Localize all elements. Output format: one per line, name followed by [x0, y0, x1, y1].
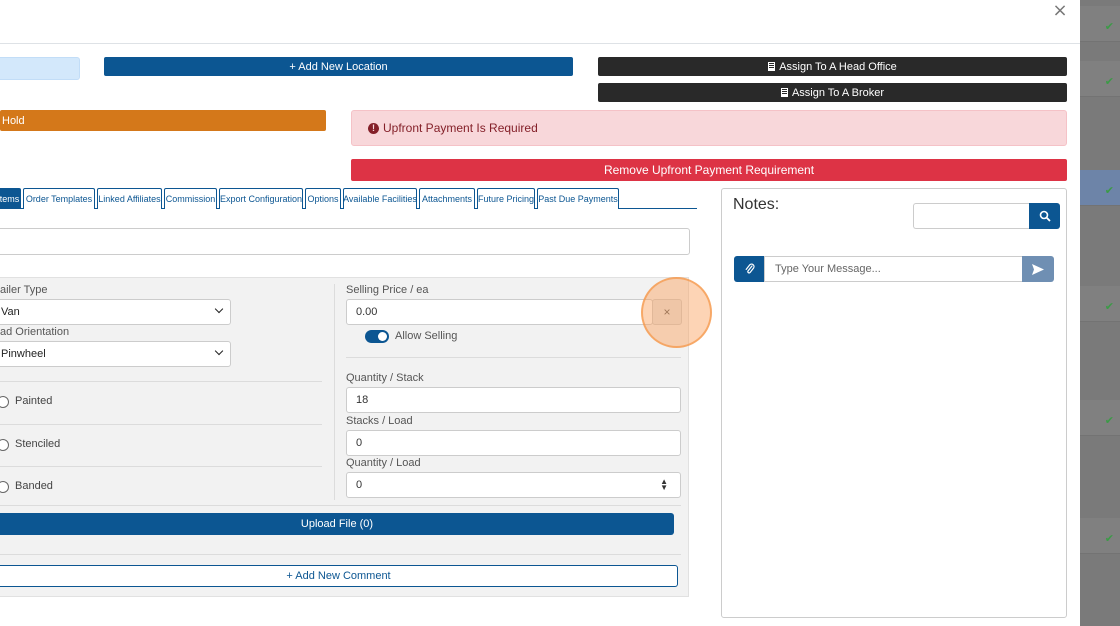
assign-head-office-label: Assign To A Head Office	[779, 60, 897, 73]
close-icon[interactable]: ×	[1051, 2, 1069, 20]
send-icon	[1032, 263, 1044, 275]
alert-text: Upfront Payment Is Required	[383, 121, 538, 135]
assign-head-office-button[interactable]: Assign To A Head Office	[598, 57, 1067, 76]
spinner-icon[interactable]: ▲ ▼	[660, 478, 668, 492]
tab-options[interactable]: Options	[305, 188, 341, 209]
tab-future-pricing[interactable]: Future Pricing	[477, 188, 535, 209]
backdrop-row: ✔	[1080, 61, 1120, 97]
quantity-load-value: 0	[356, 479, 363, 491]
tab-export-configuration[interactable]: Export Configuration	[219, 188, 303, 209]
upload-file-button[interactable]: Upload File (0)	[0, 513, 674, 535]
remove-upfront-label: Remove Upfront Payment Requirement	[603, 163, 815, 177]
upfront-payment-alert: ! Upfront Payment Is Required	[351, 110, 1067, 146]
hold-button[interactable]: Hold	[0, 110, 326, 131]
banded-label: Banded	[15, 480, 53, 492]
close-icon: ×	[663, 305, 671, 319]
divider	[346, 357, 681, 358]
backdrop-row: ✔	[1080, 6, 1120, 42]
quantity-stack-value: 18	[356, 394, 369, 406]
notes-search-input[interactable]	[913, 203, 1030, 229]
tab-past-due-payments[interactable]: Past Due Payments	[537, 188, 619, 209]
exclamation-circle-icon: !	[368, 122, 379, 134]
backdrop-row: ✔	[1080, 400, 1120, 436]
stacks-load-value: 0	[356, 437, 363, 449]
notes-search-button[interactable]	[1029, 203, 1060, 229]
load-orientation-value: Pinwheel	[1, 348, 46, 360]
painted-label: Painted	[15, 395, 53, 407]
allow-selling-label: Allow Selling	[395, 330, 458, 342]
stacks-load-input[interactable]: 0	[346, 430, 681, 456]
modal-header: ×	[0, 0, 1080, 44]
backdrop-row: ✔	[1080, 286, 1120, 322]
tab-available-facilities[interactable]: Available Facilities	[343, 188, 417, 209]
divider	[0, 505, 681, 506]
notes-title: Notes:	[733, 196, 780, 213]
send-message-button[interactable]	[1022, 256, 1054, 282]
search-icon	[1039, 210, 1051, 222]
tab-attachments[interactable]: Attachments	[419, 188, 475, 209]
column-divider	[334, 284, 335, 500]
tab-bar: tems Order Templates Linked Affiliates C…	[0, 188, 697, 209]
chevron-down-icon	[214, 346, 224, 356]
add-new-location-button[interactable]: + Add New Location	[104, 57, 573, 76]
remove-upfront-payment-button[interactable]: Remove Upfront Payment Requirement	[351, 159, 1067, 181]
selling-price-label: Selling Price / ea	[346, 284, 429, 296]
load-orientation-select[interactable]: Pinwheel	[0, 341, 231, 367]
tab-commission[interactable]: Commission	[164, 188, 217, 209]
divider	[0, 381, 322, 382]
quantity-stack-label: Quantity / Stack	[346, 372, 424, 384]
info-box	[0, 57, 80, 80]
stacks-load-label: Stacks / Load	[346, 415, 413, 427]
message-placeholder: Type Your Message...	[775, 263, 881, 275]
building-icon	[768, 62, 776, 71]
divider	[0, 424, 322, 425]
attach-file-button[interactable]	[734, 256, 765, 282]
selling-price-input[interactable]: 0.00	[346, 299, 653, 325]
load-orientation-label: ad Orientation	[0, 326, 70, 338]
hold-label: Hold	[2, 114, 25, 127]
notes-panel: Notes: Type Your Message...	[721, 188, 1067, 618]
assign-broker-button[interactable]: Assign To A Broker	[598, 83, 1067, 102]
quantity-stack-input[interactable]: 18	[346, 387, 681, 413]
stenciled-label: Stenciled	[15, 438, 61, 450]
allow-selling-toggle[interactable]	[365, 330, 389, 343]
item-search-input[interactable]	[0, 228, 690, 255]
add-new-comment-button[interactable]: + Add New Comment	[0, 565, 678, 587]
backdrop-row: ✔	[1080, 518, 1120, 554]
divider	[0, 554, 681, 555]
selling-price-value: 0.00	[356, 306, 378, 318]
clear-price-button[interactable]: ×	[652, 299, 682, 325]
trailer-type-select[interactable]: Van	[0, 299, 231, 325]
trailer-type-value: Van	[1, 306, 20, 318]
tab-linked-affiliates[interactable]: Linked Affiliates	[97, 188, 162, 209]
upload-file-label: Upload File (0)	[300, 518, 374, 530]
add-new-location-label: + Add New Location	[289, 60, 388, 73]
chevron-down-icon	[214, 304, 224, 314]
quantity-load-label: Quantity / Load	[346, 457, 421, 469]
add-new-comment-label: + Add New Comment	[286, 570, 391, 582]
backdrop-row: ✔	[1080, 170, 1120, 206]
building-icon	[780, 88, 788, 97]
message-input[interactable]: Type Your Message...	[764, 256, 1023, 282]
paperclip-icon	[745, 263, 755, 274]
quantity-load-input[interactable]: 0 ▲ ▼	[346, 472, 681, 498]
modal-dialog: × + Add New Location Assign To A Head Of…	[0, 0, 1080, 626]
tab-order-templates[interactable]: Order Templates	[23, 188, 95, 209]
trailer-type-label: ailer Type	[0, 284, 48, 296]
toggle-knob	[378, 332, 387, 341]
tab-items[interactable]: tems	[0, 188, 21, 209]
assign-broker-label: Assign To A Broker	[791, 86, 885, 99]
backdrop-overlay: ✔ ✔ ✔ ✔ ✔ ✔	[1080, 0, 1120, 626]
divider	[0, 466, 322, 467]
